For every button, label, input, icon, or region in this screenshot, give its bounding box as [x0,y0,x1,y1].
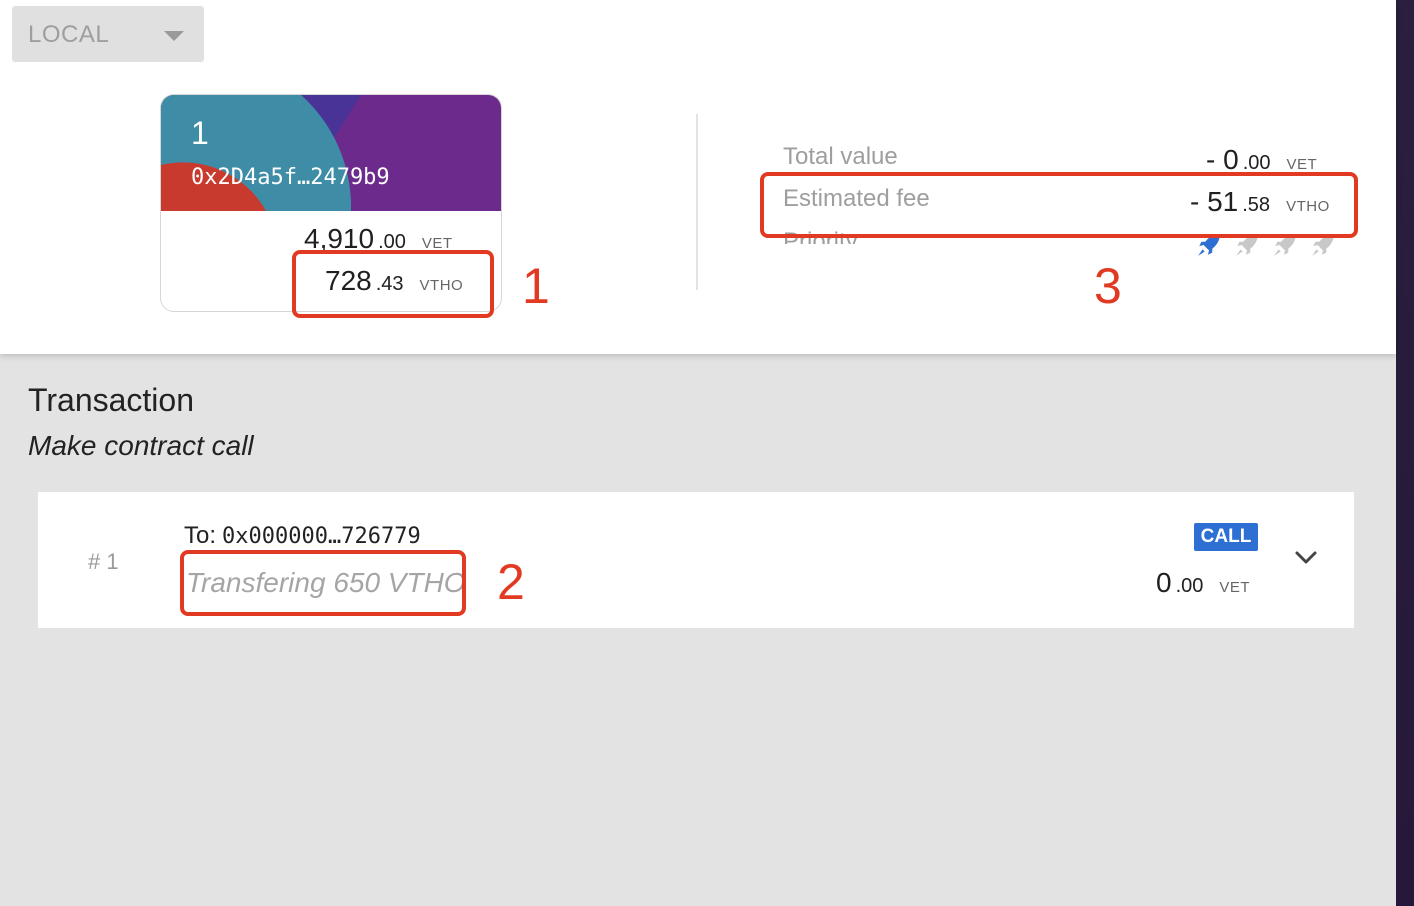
network-label: LOCAL [28,21,110,48]
window-edge [1396,0,1414,906]
annotation-number-1: 1 [522,258,550,314]
total-value-integer: - 0 [1206,144,1239,175]
call-badge: CALL [1194,523,1258,551]
vertical-divider [696,114,698,290]
annotation-box-clause-comment [180,550,466,616]
annotation-box-estimated-fee [760,172,1358,238]
wallet-card-art [161,95,501,211]
annotation-number-3: 3 [1094,258,1122,314]
clause-value: 0.00 VET [1156,567,1250,599]
total-value-label: Total value [783,143,898,170]
clause-recipient: To: 0x000000…726779 [184,522,421,550]
clause-to-address: 0x000000…726779 [222,524,421,549]
clause-to-label: To: [184,522,217,549]
wallet-index: 1 [191,115,209,151]
annotation-number-2: 2 [497,554,525,610]
clause-value-decimal: .00 [1175,575,1204,597]
chevron-down-icon [164,31,184,41]
transaction-title: Transaction [28,382,194,418]
clause-value-unit: VET [1219,579,1251,596]
network-select[interactable]: LOCAL [12,6,204,62]
chevron-down-icon[interactable] [1294,545,1318,569]
total-value-decimal: .00 [1242,152,1271,174]
transaction-subtitle: Make contract call [28,430,254,461]
clause-value-integer: 0 [1156,567,1172,598]
annotation-box-vtho-balance [292,250,494,318]
total-value-unit: VET [1286,156,1318,173]
clause-number: # 1 [88,549,119,574]
wallet-address: 0x2D4a5f…2479b9 [191,165,390,190]
